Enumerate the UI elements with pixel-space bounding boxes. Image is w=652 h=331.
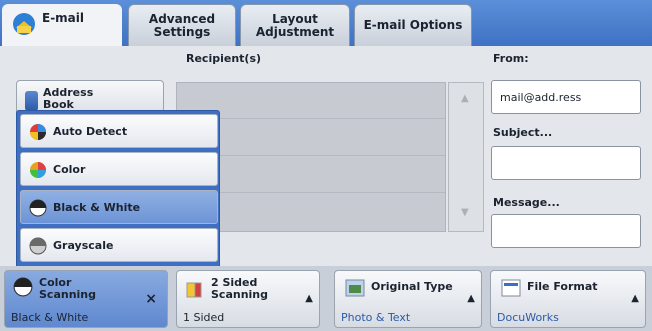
feature-bar: Color Scanning × Black & White 2 Sided S… [0, 266, 652, 331]
recipients-label: Recipient(s) [186, 52, 262, 65]
option-label: Grayscale [53, 238, 114, 252]
option-color[interactable]: Color [20, 152, 218, 186]
two-sided-scanning-title: 2 Sided Scanning [211, 276, 269, 301]
main-content: Recipient(s) From: Address Book ▲ ▼ mail… [0, 46, 652, 331]
option-grayscale[interactable]: Grayscale [20, 228, 218, 262]
from-field[interactable]: mail@add.ress [491, 80, 641, 114]
tab-label: Layout Adjustment [255, 11, 335, 39]
file-format-value: DocuWorks [497, 311, 559, 324]
original-type-button[interactable]: Original Type ▲ Photo & Text [334, 270, 482, 328]
tab-label: Advanced Settings [148, 11, 216, 39]
close-icon[interactable]: × [145, 291, 157, 307]
email-icon [13, 13, 35, 35]
chevron-up-icon[interactable]: ▲ [631, 293, 639, 304]
subject-label: Subject... [493, 126, 553, 139]
tab-label: E-mail Options [363, 18, 463, 32]
grayscale-icon [29, 237, 47, 255]
recipient-scrollbar[interactable]: ▲ ▼ [448, 82, 484, 232]
address-book-label: Address Book [43, 86, 94, 111]
tab-email-options[interactable]: E-mail Options [354, 4, 472, 46]
tab-bar: E-mail Advanced Settings Layout Adjustme… [0, 0, 652, 48]
file-format-title: File Format [527, 280, 598, 293]
color-mode-dropdown: Auto Detect Color Black & White Grayscal… [16, 110, 220, 270]
color-icon [30, 162, 46, 178]
scroll-down-icon[interactable]: ▼ [461, 207, 469, 218]
option-label: Black & White [53, 200, 141, 214]
email-screen: E-mail Advanced Settings Layout Adjustme… [0, 0, 652, 331]
two-sided-icon [186, 282, 202, 298]
black-white-icon [29, 199, 47, 217]
original-type-value: Photo & Text [341, 311, 411, 324]
subject-field[interactable] [491, 146, 641, 180]
address-book-icon [25, 91, 38, 111]
chevron-up-icon[interactable]: ▲ [467, 293, 475, 304]
tab-label: E-mail [42, 11, 85, 25]
color-scanning-title: Color Scanning [39, 276, 97, 301]
scroll-up-icon[interactable]: ▲ [461, 93, 469, 104]
message-label: Message... [493, 196, 560, 209]
file-format-icon [501, 279, 521, 297]
file-format-button[interactable]: File Format ▲ DocuWorks [490, 270, 646, 328]
photo-text-icon [345, 279, 365, 297]
option-black-white[interactable]: Black & White [20, 190, 218, 224]
color-scanning-value: Black & White [11, 311, 89, 324]
original-type-title: Original Type [371, 280, 453, 293]
option-label: Color [53, 162, 86, 176]
tab-advanced-settings[interactable]: Advanced Settings [128, 4, 236, 46]
two-sided-scanning-button[interactable]: 2 Sided Scanning ▲ 1 Sided [176, 270, 320, 328]
tab-email[interactable]: E-mail [2, 4, 122, 48]
auto-detect-icon [30, 124, 46, 140]
option-auto-detect[interactable]: Auto Detect [20, 114, 218, 148]
color-scanning-button[interactable]: Color Scanning × Black & White [4, 270, 168, 328]
option-label: Auto Detect [53, 124, 128, 138]
two-sided-scanning-value: 1 Sided [183, 311, 225, 324]
black-white-icon [13, 277, 33, 297]
chevron-up-icon[interactable]: ▲ [305, 293, 313, 304]
from-label: From: [493, 52, 529, 65]
tab-layout-adjustment[interactable]: Layout Adjustment [240, 4, 350, 46]
message-field[interactable] [491, 214, 641, 248]
